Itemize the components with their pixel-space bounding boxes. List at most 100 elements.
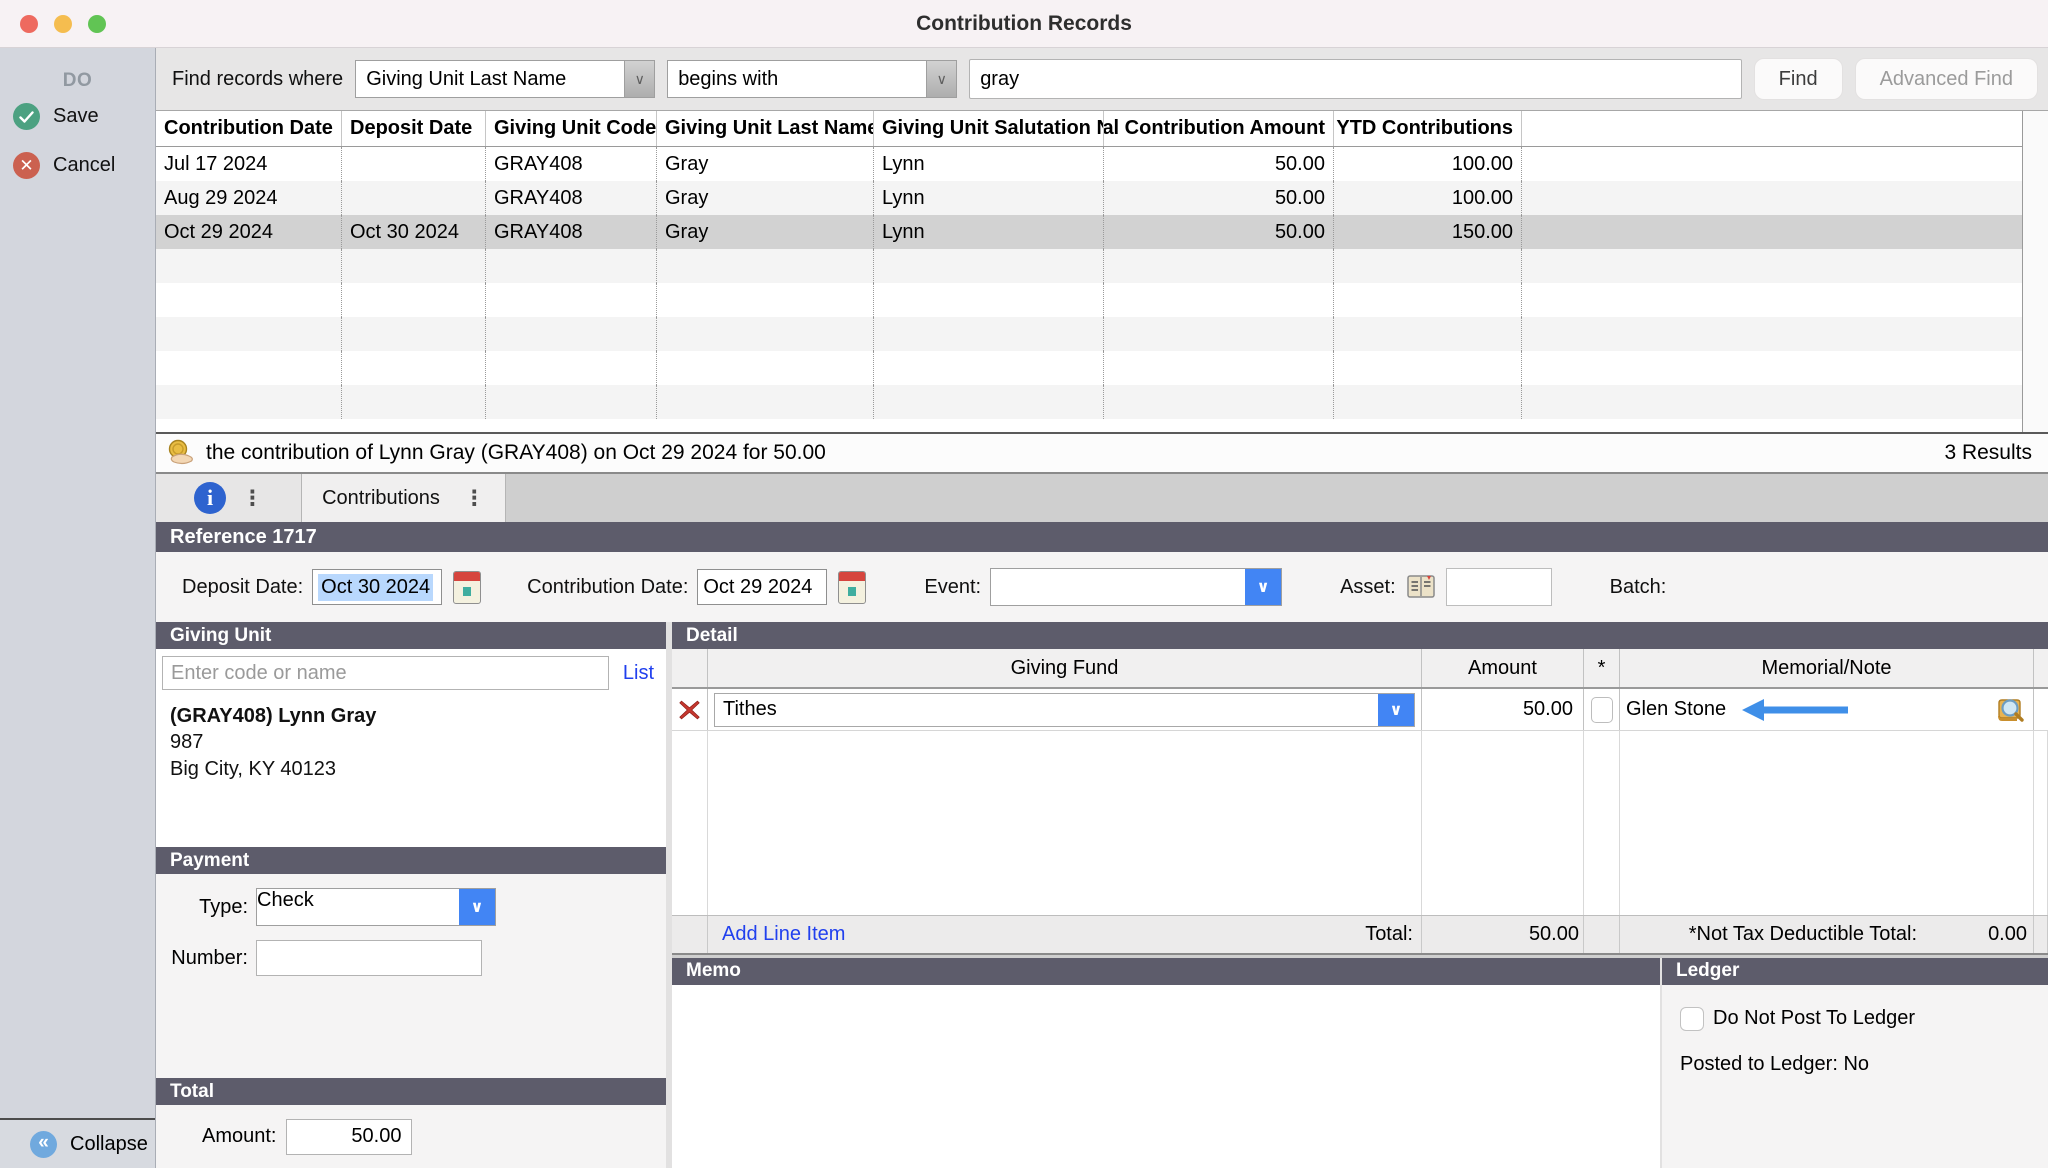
collapse-button[interactable]: « Collapse bbox=[0, 1118, 155, 1168]
chevron-down-icon: ∨ bbox=[1378, 694, 1414, 726]
column-header-deposit-date[interactable]: Deposit Date bbox=[342, 111, 486, 146]
giving-unit-header: Giving Unit bbox=[156, 622, 666, 649]
table-row[interactable]: Jul 17 2024 GRAY408 Gray Lynn 50.00 100.… bbox=[156, 147, 2048, 181]
results-table: Contribution Date^ Deposit Date Giving U… bbox=[156, 110, 2048, 432]
giving-unit-address-line1: 987 bbox=[170, 729, 652, 755]
cell-contribution-date: Aug 29 2024 bbox=[156, 181, 342, 215]
cell-last-name: Gray bbox=[657, 147, 874, 181]
giving-unit-code-input[interactable] bbox=[162, 656, 609, 690]
status-bar: the contribution of Lynn Gray (GRAY408) … bbox=[156, 432, 2048, 474]
main-content: Find records where Giving Unit Last Name… bbox=[156, 48, 2048, 1168]
empty-row bbox=[156, 317, 2048, 351]
contribution-icon bbox=[168, 439, 196, 467]
asset-label: Asset: bbox=[1340, 576, 1396, 599]
payment-type-select[interactable]: Check ∨ bbox=[256, 888, 496, 926]
list-link[interactable]: List bbox=[623, 662, 654, 685]
tab-bar: i ⋮ Contributions ⋮ bbox=[156, 474, 2048, 522]
giving-unit-panel: List (GRAY408) Lynn Gray 987 Big City, K… bbox=[156, 649, 666, 847]
close-window-button[interactable] bbox=[20, 15, 38, 33]
chevron-down-icon: ∨ bbox=[926, 61, 956, 97]
asset-ledger-icon[interactable] bbox=[1405, 573, 1437, 601]
table-row-selected[interactable]: Oct 29 2024 Oct 30 2024 GRAY408 Gray Lyn… bbox=[156, 215, 2048, 249]
total-amount-input[interactable] bbox=[286, 1119, 412, 1155]
tab-contributions[interactable]: Contributions ⋮ bbox=[302, 474, 506, 522]
payment-type-value: Check bbox=[257, 889, 459, 925]
event-select[interactable]: ∨ bbox=[990, 568, 1282, 606]
column-header-contribution-date[interactable]: Contribution Date^ bbox=[156, 111, 342, 146]
find-operator-select[interactable]: begins with ∨ bbox=[667, 60, 957, 98]
giving-unit-address-line2: Big City, KY 40123 bbox=[170, 756, 652, 782]
collapse-chevrons-icon: « bbox=[30, 1131, 57, 1158]
asset-input[interactable] bbox=[1446, 568, 1552, 606]
chevron-down-icon: ∨ bbox=[459, 889, 495, 925]
drag-handle-icon[interactable]: ⋮ bbox=[242, 488, 263, 509]
deposit-date-label: Deposit Date: bbox=[182, 576, 303, 599]
zoom-window-button[interactable] bbox=[88, 15, 106, 33]
payment-header: Payment bbox=[156, 847, 666, 874]
deposit-date-value: Oct 30 2024 bbox=[318, 574, 433, 601]
detail-table-header: Giving Fund Amount * Memorial/Note bbox=[672, 649, 2048, 689]
column-header-filler bbox=[1522, 111, 2048, 146]
find-query-input[interactable] bbox=[969, 59, 1741, 99]
detail-empty-rows bbox=[672, 731, 2048, 915]
do-not-post-label: Do Not Post To Ledger bbox=[1713, 1007, 1915, 1030]
cell-contribution-date: Jul 17 2024 bbox=[156, 147, 342, 181]
cell-deposit-date bbox=[342, 147, 486, 181]
memorial-note-column-header: Memorial/Note bbox=[1620, 649, 2034, 687]
chevron-down-icon: ∨ bbox=[624, 61, 654, 97]
detail-total-value: 50.00 bbox=[1422, 923, 1583, 946]
minimize-window-button[interactable] bbox=[54, 15, 72, 33]
cell-ytd: 100.00 bbox=[1334, 147, 1522, 181]
not-tax-deductible-checkbox[interactable] bbox=[1591, 697, 1613, 723]
not-tax-deductible-total-value: 0.00 bbox=[1917, 923, 2033, 946]
delete-line-icon[interactable] bbox=[678, 697, 701, 723]
do-heading: DO bbox=[0, 48, 155, 92]
empty-row bbox=[156, 283, 2048, 317]
deposit-date-field[interactable]: Oct 30 2024 bbox=[312, 569, 442, 605]
cell-ytd: 150.00 bbox=[1334, 215, 1522, 249]
column-header-salutation-name[interactable]: Giving Unit Salutation Name bbox=[874, 111, 1104, 146]
event-label: Event: bbox=[924, 576, 981, 599]
cell-salutation: Lynn bbox=[874, 181, 1104, 215]
memorial-lookup-icon[interactable] bbox=[1993, 695, 2027, 725]
payment-number-label: Number: bbox=[156, 947, 248, 970]
cell-code: GRAY408 bbox=[486, 181, 657, 215]
cancel-button[interactable]: ✕ Cancel bbox=[0, 141, 155, 190]
contribution-date-field[interactable]: Oct 29 2024 bbox=[697, 569, 827, 605]
add-line-item-link[interactable]: Add Line Item bbox=[722, 923, 845, 946]
cell-amount: 50.00 bbox=[1104, 181, 1334, 215]
results-count: 3 Results bbox=[1944, 441, 2032, 465]
advanced-find-button[interactable]: Advanced Find bbox=[1855, 58, 2038, 100]
column-header-giving-unit-code[interactable]: Giving Unit Code bbox=[486, 111, 657, 146]
column-header-ytd-contributions[interactable]: YTD Contributions bbox=[1334, 111, 1522, 146]
find-field-select[interactable]: Giving Unit Last Name ∨ bbox=[355, 60, 655, 98]
save-check-icon bbox=[13, 103, 40, 130]
column-header-giving-unit-last-name[interactable]: Giving Unit Last Name bbox=[657, 111, 874, 146]
lower-area: Giving Unit List (GRAY408) Lynn Gray 987… bbox=[156, 622, 2048, 1168]
do-not-post-checkbox[interactable] bbox=[1680, 1007, 1704, 1031]
calendar-icon[interactable] bbox=[838, 571, 866, 604]
cancel-label: Cancel bbox=[53, 154, 115, 177]
cell-code: GRAY408 bbox=[486, 147, 657, 181]
calendar-icon[interactable] bbox=[453, 571, 481, 604]
save-button[interactable]: Save bbox=[0, 92, 155, 141]
sidebar: DO Save ✕ Cancel « Collapse bbox=[0, 48, 156, 1168]
memo-input[interactable] bbox=[672, 985, 1660, 1168]
contribution-date-value: Oct 29 2024 bbox=[703, 576, 812, 599]
payment-number-input[interactable] bbox=[256, 940, 482, 976]
left-column: Giving Unit List (GRAY408) Lynn Gray 987… bbox=[156, 622, 666, 1168]
find-button[interactable]: Find bbox=[1754, 58, 1843, 100]
do-not-post-row: Do Not Post To Ledger bbox=[1680, 1007, 2048, 1031]
window-title: Contribution Records bbox=[0, 12, 2048, 36]
cell-last-name: Gray bbox=[657, 181, 874, 215]
status-text: the contribution of Lynn Gray (GRAY408) … bbox=[206, 441, 826, 465]
results-table-header: Contribution Date^ Deposit Date Giving U… bbox=[156, 111, 2048, 147]
save-label: Save bbox=[53, 105, 99, 128]
tab-contributions-label: Contributions bbox=[322, 487, 440, 510]
results-table-scrollbar[interactable] bbox=[2022, 111, 2048, 432]
table-row[interactable]: Aug 29 2024 GRAY408 Gray Lynn 50.00 100.… bbox=[156, 181, 2048, 215]
column-header-total-contribution-amount[interactable]: Total Contribution Amount bbox=[1104, 111, 1334, 146]
info-icon[interactable]: i bbox=[194, 482, 226, 514]
detail-total-label: Total: bbox=[845, 923, 1421, 946]
giving-fund-select[interactable]: Tithes ∨ bbox=[714, 693, 1415, 727]
